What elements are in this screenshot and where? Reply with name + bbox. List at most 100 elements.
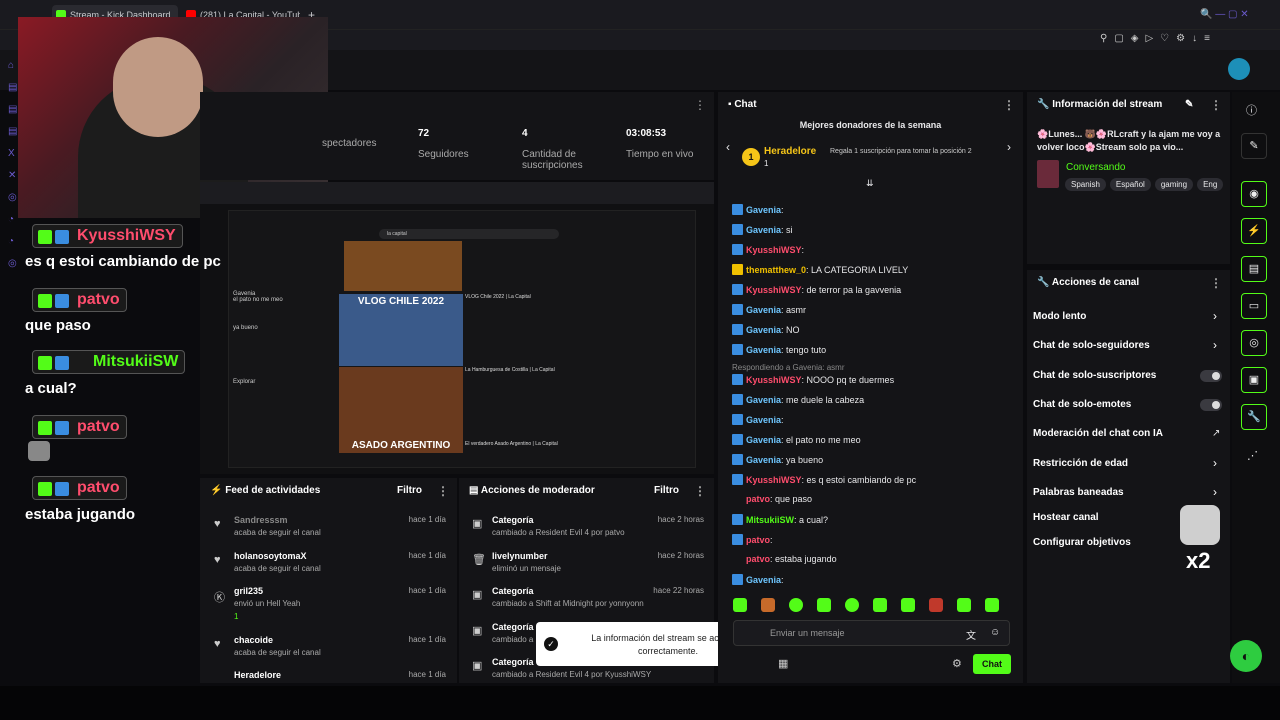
banned-words-item[interactable]: Palabras baneadas <box>1033 487 1124 498</box>
age-restriction-item[interactable]: Restricción de edad <box>1033 458 1128 469</box>
wrench-rail-button[interactable]: 🔧 <box>1241 404 1267 430</box>
thumbnail-burger[interactable] <box>344 241 462 291</box>
stream-panel-menu-icon[interactable]: ⋮ <box>694 98 706 112</box>
translate-icon[interactable]: 文 <box>966 627 976 642</box>
emote-icon[interactable] <box>789 598 803 612</box>
donor-name[interactable]: Heradelore <box>764 146 816 157</box>
feed-time: hace 1 día <box>408 586 446 595</box>
chat-username[interactable]: KyusshiWSY <box>746 245 802 255</box>
configure-goals-item[interactable]: Configurar objetivos <box>1033 537 1131 548</box>
avatar[interactable] <box>1228 58 1250 80</box>
support-chat-button[interactable]: ◐ <box>1230 640 1262 672</box>
share-icon[interactable]: ⋰ <box>1247 449 1258 462</box>
stat-uptime: 03:08:53 Tiempo en vivo <box>626 128 693 160</box>
tag[interactable]: Spanish <box>1065 178 1106 191</box>
emote-icon[interactable] <box>761 598 775 612</box>
host-channel-item[interactable]: Hostear canal <box>1033 512 1099 523</box>
ai-moderation-item[interactable]: Moderación del chat con IA <box>1033 428 1163 439</box>
chat-username[interactable]: Gavenia <box>746 455 781 465</box>
chat-username[interactable]: KyusshiWSY <box>746 375 802 385</box>
window-controls[interactable]: 🔍 — ▢ ✕ <box>1200 9 1270 21</box>
emote-icon[interactable] <box>817 598 831 612</box>
chat-username[interactable]: patvo <box>746 554 770 564</box>
filter-button[interactable]: Filtro <box>654 478 679 504</box>
gear-icon[interactable]: ⚙ <box>952 657 962 670</box>
emoji-icon[interactable]: ☺ <box>990 627 1000 638</box>
feed-name[interactable]: holanosoytomaX <box>234 551 307 561</box>
tag[interactable]: gaming <box>1154 178 1194 191</box>
chat-menu-icon[interactable]: ⋮ <box>1003 92 1015 118</box>
emote-bar[interactable] <box>733 598 1011 612</box>
broadcast-rail-button[interactable]: ◎ <box>1241 330 1267 356</box>
chat-username[interactable]: patvo <box>746 535 770 545</box>
feed-name[interactable]: Heradelore <box>234 670 281 680</box>
feed-menu-icon[interactable]: ⋮ <box>437 478 449 504</box>
edit-rail-button[interactable]: ✎ <box>1241 133 1267 159</box>
send-chat-button[interactable]: Chat <box>973 654 1011 674</box>
emote-icon[interactable] <box>957 598 971 612</box>
chevron-right-icon[interactable]: › <box>1213 456 1217 470</box>
chat-username[interactable]: thematthew_0 <box>746 265 806 275</box>
chat-username[interactable]: Gavenia <box>746 415 781 425</box>
thumbnail-asado[interactable]: ASADO ARGENTINO <box>339 367 463 453</box>
next-chevron-icon[interactable]: › <box>1007 140 1011 154</box>
gift-icon[interactable]: ▦ <box>778 657 788 670</box>
camera-rail-button[interactable]: ◉ <box>1241 181 1267 207</box>
chat-username[interactable]: Gavenia <box>746 205 781 215</box>
chat-username[interactable]: Gavenia <box>746 575 781 585</box>
yt-search-input[interactable]: la capital <box>379 229 559 239</box>
list-rail-button[interactable]: ▤ <box>1241 256 1267 282</box>
chat-username[interactable]: MitsukiiSW <box>746 515 794 525</box>
stream-category[interactable]: Conversando <box>1066 162 1125 173</box>
mod-menu-icon[interactable]: ⋮ <box>694 478 706 504</box>
feed-name[interactable]: Sandresssm <box>234 515 288 525</box>
followers-only-item[interactable]: Chat de solo-seguidores <box>1033 340 1150 351</box>
chevron-right-icon[interactable]: › <box>1213 338 1217 352</box>
edit-icon[interactable]: ✎ <box>1185 92 1193 118</box>
chat-username[interactable]: patvo <box>746 494 770 504</box>
chat-username[interactable]: Gavenia <box>746 325 781 335</box>
mod-action-name[interactable]: livelynumber <box>492 551 548 561</box>
emote-icon[interactable] <box>985 598 999 612</box>
kick-badge-icon <box>38 230 52 244</box>
chevron-right-icon[interactable]: › <box>1213 485 1217 499</box>
chat-username[interactable]: Gavenia <box>746 395 781 405</box>
chat-username[interactable]: Gavenia <box>746 225 781 235</box>
feed-name[interactable]: gril235 <box>234 586 263 596</box>
chat-username[interactable]: Gavenia <box>746 305 781 315</box>
emote-icon[interactable] <box>901 598 915 612</box>
subscribers-only-toggle[interactable] <box>1200 370 1222 382</box>
lightning-rail-button[interactable]: ⚡ <box>1241 218 1267 244</box>
video-title[interactable]: El verdadero Asado Argentino | La Capita… <box>465 441 558 447</box>
chat-input[interactable]: Enviar un mensaje 文 ☺ <box>733 620 1010 646</box>
mod-action-time: hace 22 horas <box>653 586 704 595</box>
info-icon[interactable]: ⓘ <box>1246 102 1257 118</box>
tag[interactable]: Español <box>1109 178 1151 191</box>
prev-chevron-icon[interactable]: ‹ <box>726 140 730 154</box>
emote-icon[interactable] <box>733 598 747 612</box>
thumbnail-vlog[interactable]: VLOG CHILE 2022 <box>339 294 463 366</box>
filter-button[interactable]: Filtro <box>397 478 422 504</box>
chevron-right-icon[interactable]: › <box>1213 309 1217 323</box>
chat-username[interactable]: Gavenia <box>746 435 781 445</box>
emote-icon[interactable] <box>929 598 943 612</box>
channel-actions-menu-icon[interactable]: ⋮ <box>1210 270 1222 296</box>
browser-toolbar-icons[interactable]: ⚲▢◈▷♡⚙↓≡ <box>1100 33 1270 47</box>
left-nav-icons[interactable]: ⌂ ▤ ▤ ▤ X ✕ ◎ ◔ ◔ ◎ <box>8 55 24 285</box>
emote-icon[interactable] <box>873 598 887 612</box>
chat-rail-button[interactable]: ▭ <box>1241 293 1267 319</box>
slow-mode-item[interactable]: Modo lento <box>1033 311 1086 322</box>
video-title[interactable]: La Hamburguesa de Costilla | La Capital <box>465 367 555 373</box>
emotes-only-toggle[interactable] <box>1200 399 1222 411</box>
tag[interactable]: Eng <box>1197 178 1224 191</box>
layout-rail-button[interactable]: ▣ <box>1241 367 1267 393</box>
video-title[interactable]: VLOG Chile 2022 | La Capital <box>465 294 531 300</box>
chat-username[interactable]: Gavenia <box>746 345 781 355</box>
chat-username[interactable]: KyusshiWSY <box>746 285 802 295</box>
external-link-icon[interactable]: ↗ <box>1212 428 1220 439</box>
feed-name[interactable]: chacoide <box>234 635 273 645</box>
chat-username[interactable]: KyusshiWSY <box>746 475 802 485</box>
filter-arrow-icon[interactable]: ⇊ <box>866 178 874 189</box>
stream-info-menu-icon[interactable]: ⋮ <box>1210 92 1222 118</box>
emote-icon[interactable] <box>845 598 859 612</box>
